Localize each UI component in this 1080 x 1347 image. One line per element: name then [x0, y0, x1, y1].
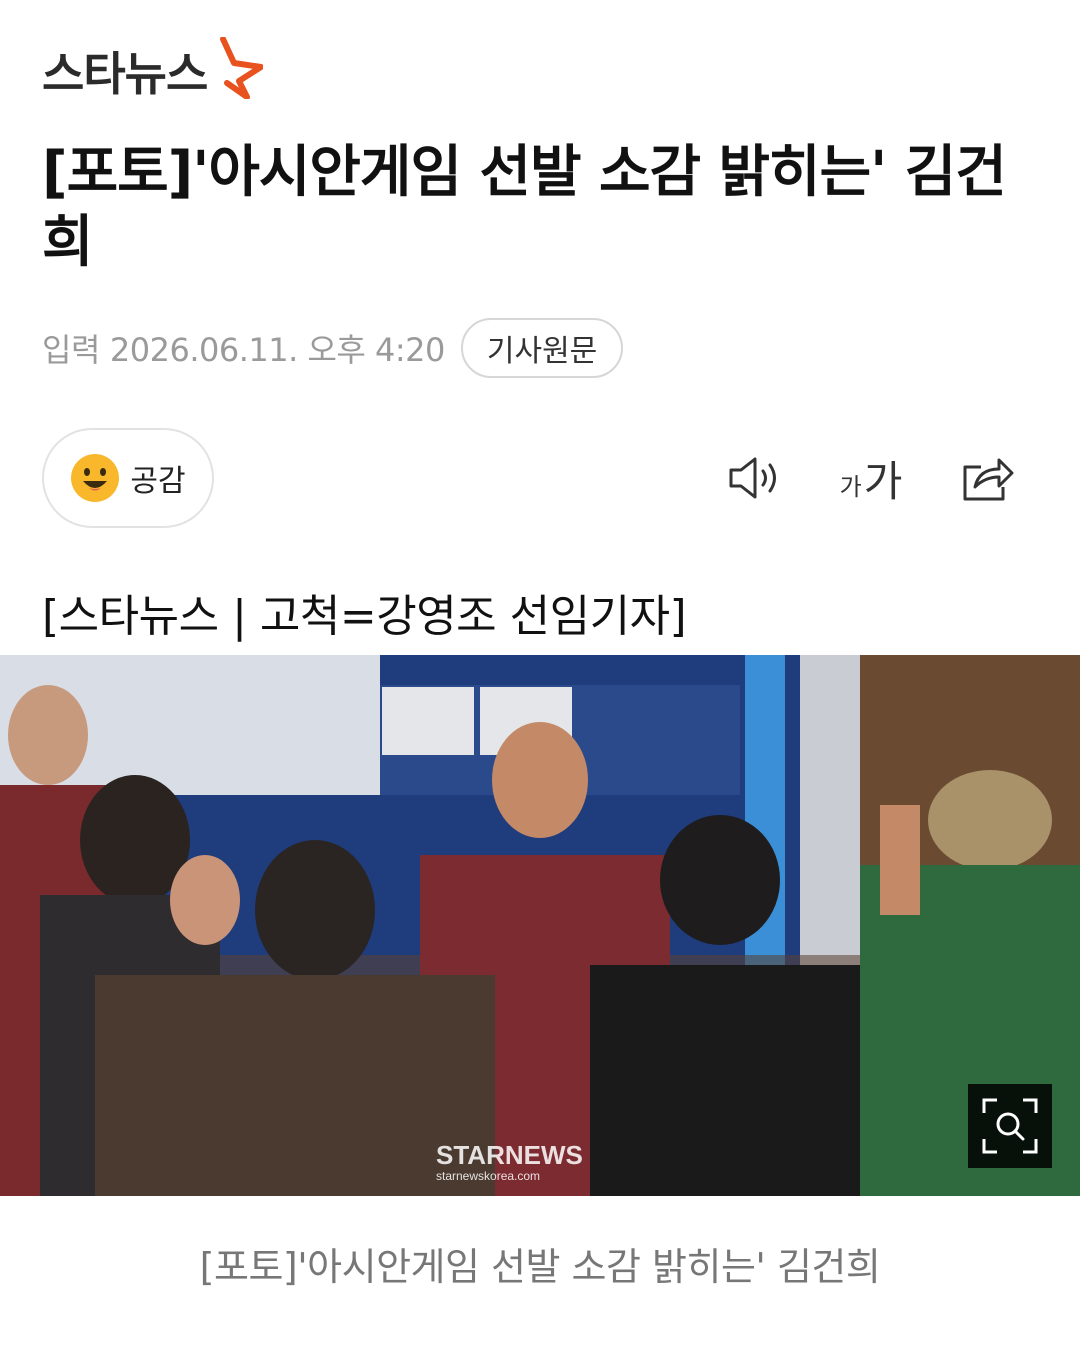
star-icon: [220, 37, 264, 99]
font-size-small: 가: [839, 472, 862, 501]
smiley-icon: [71, 454, 120, 502]
logo-text: 스타뉴스: [42, 47, 208, 101]
starnews-logo[interactable]: 스타뉴스: [42, 37, 264, 104]
photo-watermark: STARNEWS starnewskorea.com: [436, 1141, 583, 1183]
reaction-button[interactable]: 공감: [42, 428, 214, 528]
font-size-big: 가: [863, 456, 903, 506]
watermark-url: starnewskorea.com: [436, 1169, 541, 1183]
article-byline: [스타뉴스 | 고척=강영조 선임기자]: [42, 591, 687, 642]
photo-caption: [포토]'아시안게임 선발 소감 밝히는' 김건희: [199, 1245, 881, 1289]
font-size-button[interactable]: 가 가: [836, 448, 906, 508]
zoom-icon: [982, 1098, 1038, 1154]
published-date: 2026.06.11. 오후 4:20: [109, 331, 445, 369]
watermark-text: STARNEWS: [436, 1140, 583, 1170]
photo-scene: [0, 655, 1080, 1196]
tts-button[interactable]: [724, 448, 788, 508]
zoom-button[interactable]: [968, 1084, 1052, 1168]
article-photo[interactable]: STARNEWS starnewskorea.com: [0, 655, 1080, 1196]
share-icon: [963, 458, 1014, 501]
article-meta: 입력 2026.06.11. 오후 4:20 기사원문: [42, 316, 624, 380]
reaction-label: 공감: [130, 464, 186, 499]
article-headline: [포토]'아시안게임 선발 소감 밝히는' 김건희: [42, 140, 1007, 275]
speaker-icon: [729, 457, 776, 499]
share-button[interactable]: [956, 448, 1018, 508]
original-article-button[interactable]: 기사원문: [460, 318, 624, 378]
published-label: 입력: [42, 331, 100, 369]
